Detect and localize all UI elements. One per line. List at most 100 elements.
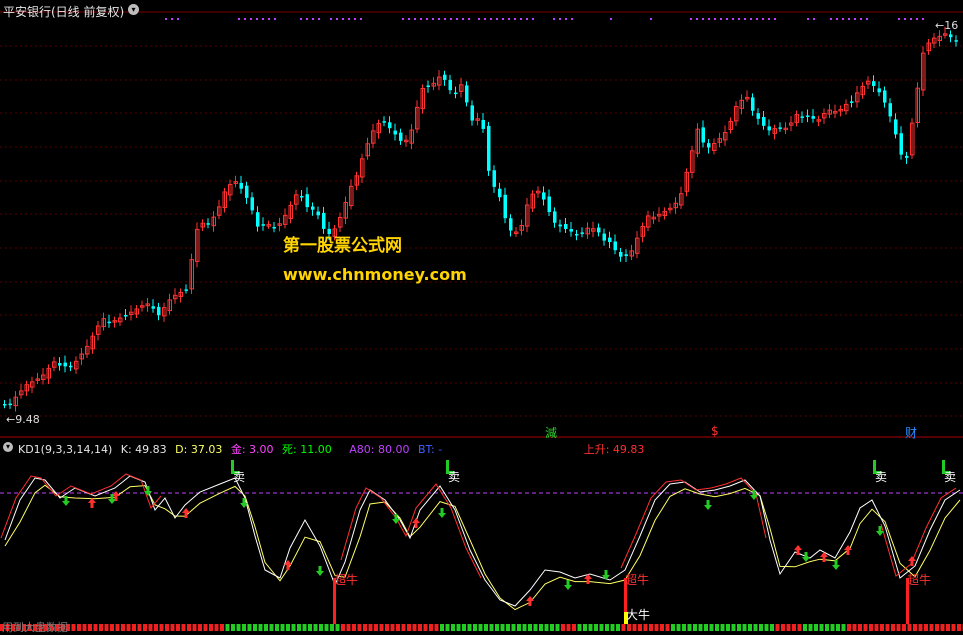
kd-lines bbox=[1, 474, 960, 610]
watermark-url: www.chnmoney.com bbox=[283, 265, 467, 284]
top-dot bbox=[854, 18, 856, 20]
strip-cell bbox=[869, 624, 873, 631]
strip-cell bbox=[160, 624, 164, 631]
strip-cell bbox=[952, 624, 956, 631]
top-dot bbox=[708, 18, 710, 20]
strip-cell bbox=[253, 624, 257, 631]
event-marker-cai[interactable]: 财 bbox=[905, 424, 917, 441]
candle-body bbox=[850, 101, 854, 103]
strip-cell bbox=[715, 624, 719, 631]
candle-body bbox=[702, 127, 706, 142]
super-bull-label: 超牛 bbox=[625, 571, 649, 588]
top-dot bbox=[610, 18, 612, 20]
strip-cell bbox=[127, 624, 131, 631]
candle-body bbox=[872, 81, 876, 86]
strip-cell bbox=[402, 624, 406, 631]
strip-cell bbox=[616, 624, 620, 631]
strip-cell bbox=[77, 624, 81, 631]
top-dot bbox=[848, 18, 850, 20]
top-dot bbox=[738, 18, 740, 20]
top-dot bbox=[520, 18, 522, 20]
strip-cell bbox=[319, 624, 323, 631]
top-dot bbox=[306, 18, 308, 20]
top-dot bbox=[866, 18, 868, 20]
gold-value: 金: 3.00 bbox=[231, 443, 274, 456]
sell-arrow-icon bbox=[876, 526, 884, 536]
candle-body bbox=[322, 213, 326, 229]
strip-cell bbox=[479, 624, 483, 631]
top-dot bbox=[312, 18, 314, 20]
candle-body bbox=[548, 197, 552, 213]
strip-cell bbox=[462, 624, 466, 631]
top-dot bbox=[904, 18, 906, 20]
strip-cell bbox=[72, 624, 76, 631]
strip-cell bbox=[407, 624, 411, 631]
strip-cell bbox=[171, 624, 175, 631]
strip-cell bbox=[820, 624, 824, 631]
top-dot bbox=[468, 18, 470, 20]
strip-cell bbox=[314, 624, 318, 631]
candle-body bbox=[757, 113, 761, 119]
strip-cell bbox=[292, 624, 296, 631]
top-dot bbox=[774, 18, 776, 20]
strip-cell bbox=[83, 624, 87, 631]
strip-cell bbox=[281, 624, 285, 631]
sell-arrow-icon bbox=[564, 580, 572, 590]
top-dot bbox=[842, 18, 844, 20]
chevron-down-icon[interactable]: ▾ bbox=[128, 4, 139, 15]
top-dot bbox=[402, 18, 404, 20]
candle-body bbox=[124, 315, 128, 317]
top-dot bbox=[462, 18, 464, 20]
top-dot bbox=[690, 18, 692, 20]
candle-body bbox=[559, 225, 563, 227]
strip-cell bbox=[633, 624, 637, 631]
strip-cell bbox=[688, 624, 692, 631]
strip-cell bbox=[198, 624, 202, 631]
candle-body bbox=[493, 170, 497, 187]
strip-cell bbox=[325, 624, 329, 631]
bottom-bar-strip bbox=[0, 624, 963, 631]
top-dot bbox=[438, 18, 440, 20]
candle-body bbox=[317, 212, 321, 216]
d-line bbox=[5, 485, 960, 609]
top-dot bbox=[348, 18, 350, 20]
bt-value: BT: - bbox=[418, 443, 442, 456]
candle-body bbox=[707, 143, 711, 147]
top-dot bbox=[496, 18, 498, 20]
strip-cell bbox=[413, 624, 417, 631]
indicator-menu-icon[interactable]: ▾ bbox=[3, 442, 13, 452]
strip-cell bbox=[589, 624, 593, 631]
top-dot bbox=[490, 18, 492, 20]
top-dot bbox=[414, 18, 416, 20]
strip-cell bbox=[495, 624, 499, 631]
strip-cell bbox=[737, 624, 741, 631]
indicator-name[interactable]: KD1(9,3,3,14,14) bbox=[18, 443, 112, 456]
candle-body bbox=[399, 133, 403, 141]
strip-cell bbox=[693, 624, 697, 631]
strip-cell bbox=[891, 624, 895, 631]
top-dot bbox=[426, 18, 428, 20]
buy-arrow-icon bbox=[794, 545, 802, 555]
strip-cell bbox=[88, 624, 92, 631]
strip-cell bbox=[677, 624, 681, 631]
event-marker-dollar[interactable]: $ bbox=[711, 424, 719, 438]
top-dot bbox=[300, 18, 302, 20]
top-dot bbox=[318, 18, 320, 20]
strip-cell bbox=[396, 624, 400, 631]
strip-cell bbox=[176, 624, 180, 631]
top-dot bbox=[910, 18, 912, 20]
candle-body bbox=[64, 363, 68, 367]
strip-cell bbox=[523, 624, 527, 631]
top-dot bbox=[238, 18, 240, 20]
strip-cell bbox=[644, 624, 648, 631]
candle-body bbox=[614, 242, 618, 251]
buy-arrow-icon bbox=[908, 556, 916, 566]
strip-cell bbox=[787, 624, 791, 631]
strip-cell bbox=[765, 624, 769, 631]
top-dot bbox=[732, 18, 734, 20]
strip-cell bbox=[710, 624, 714, 631]
strip-cell bbox=[660, 624, 664, 631]
event-marker-jian[interactable]: 減 bbox=[545, 424, 557, 441]
strip-cell bbox=[369, 624, 373, 631]
top-dot bbox=[532, 18, 534, 20]
